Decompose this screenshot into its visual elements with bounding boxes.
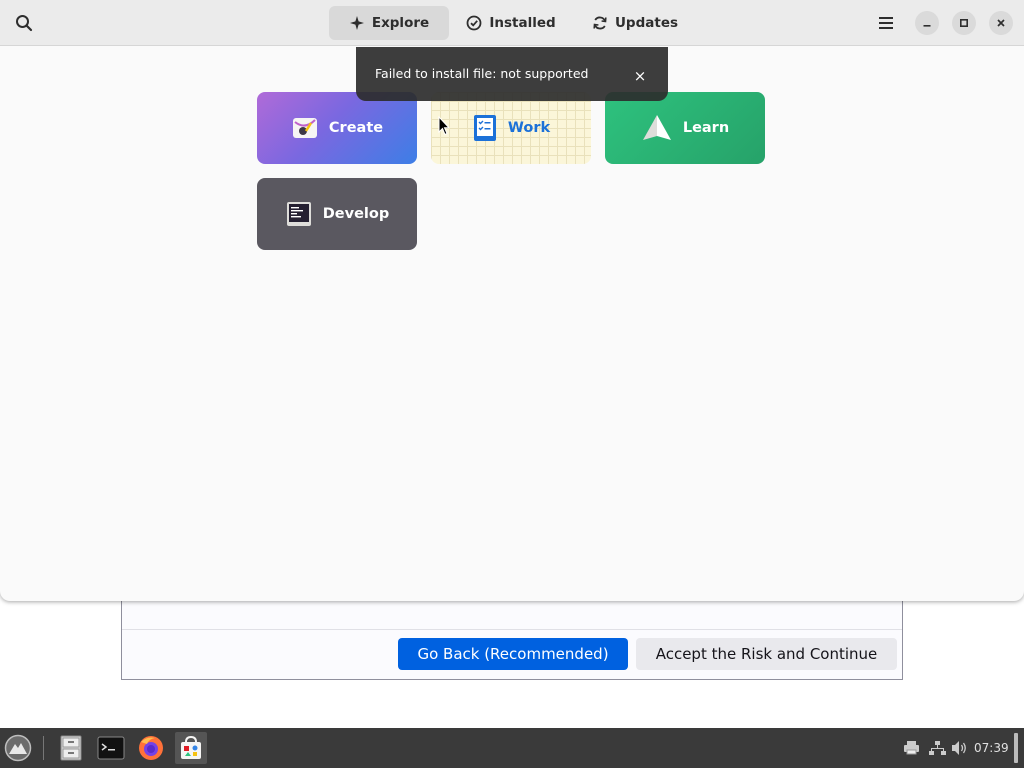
- printer-icon[interactable]: [903, 740, 920, 755]
- category-work-label: Work: [507, 120, 551, 136]
- taskbar-firefox[interactable]: [135, 732, 167, 764]
- paper-plane-icon: [642, 115, 671, 140]
- taskbar-file-manager[interactable]: [55, 732, 87, 764]
- dialog-separator: [122, 629, 902, 630]
- mouse-pointer-icon: [438, 116, 450, 136]
- category-develop-label: Develop: [322, 206, 390, 222]
- minimize-button[interactable]: [915, 11, 939, 35]
- tab-installed-label: Installed: [489, 15, 556, 31]
- show-desktop-button[interactable]: [1014, 733, 1018, 763]
- search-button[interactable]: [8, 7, 40, 39]
- check-circle-icon: [466, 15, 482, 31]
- firefox-icon: [139, 736, 163, 760]
- palette-icon: [292, 118, 317, 138]
- minimize-icon: [923, 25, 931, 27]
- tab-explore[interactable]: Explore: [329, 6, 449, 40]
- file-cabinet-icon: [60, 735, 82, 761]
- clock[interactable]: 07:39: [974, 741, 1009, 755]
- checklist-icon: [473, 115, 496, 141]
- close-window-button[interactable]: [989, 11, 1013, 35]
- taskbar: 07:39: [0, 728, 1024, 768]
- category-create[interactable]: Create: [257, 92, 417, 164]
- taskbar-separator: [43, 736, 44, 760]
- toast-message: Failed to install file: not supported: [375, 66, 589, 81]
- shopping-bag-icon: [181, 735, 201, 759]
- hamburger-menu-icon: [879, 17, 893, 29]
- close-icon: [997, 19, 1005, 27]
- category-learn-label: Learn: [682, 120, 730, 136]
- category-create-label: Create: [328, 120, 384, 136]
- refresh-icon: [593, 16, 607, 30]
- sparkle-icon: [349, 16, 364, 30]
- software-window: Explore Installed Updates Create Work Le…: [0, 0, 1024, 601]
- explore-page: Create Work Learn Develop: [0, 47, 1024, 601]
- search-icon: [16, 15, 33, 32]
- maximize-button[interactable]: [952, 11, 976, 35]
- category-work[interactable]: Work: [431, 92, 591, 164]
- main-menu-button[interactable]: [870, 7, 902, 39]
- network-icon[interactable]: [929, 740, 946, 756]
- volume-icon[interactable]: [951, 740, 968, 756]
- headerbar: Explore Installed Updates: [0, 0, 1024, 46]
- tab-explore-label: Explore: [371, 15, 430, 31]
- tab-updates-label: Updates: [614, 15, 679, 31]
- start-menu-icon: [4, 734, 32, 762]
- maximize-icon: [959, 18, 969, 28]
- close-icon: ×: [633, 67, 647, 85]
- code-terminal-icon: [286, 202, 311, 226]
- category-learn[interactable]: Learn: [605, 92, 765, 164]
- accept-risk-button[interactable]: Accept the Risk and Continue: [636, 638, 897, 670]
- go-back-button[interactable]: Go Back (Recommended): [398, 638, 628, 670]
- tab-updates[interactable]: Updates: [585, 6, 685, 40]
- taskbar-terminal[interactable]: [95, 732, 127, 764]
- error-toast: Failed to install file: not supported ×: [356, 47, 668, 101]
- toast-close-button[interactable]: ×: [628, 64, 652, 88]
- start-menu-button[interactable]: [2, 732, 34, 764]
- taskbar-software-center[interactable]: [175, 732, 207, 764]
- terminal-icon: [97, 736, 125, 760]
- tab-installed[interactable]: Installed: [460, 6, 562, 40]
- category-develop[interactable]: Develop: [257, 178, 417, 250]
- browser-warning-dialog: Go Back (Recommended) Accept the Risk an…: [121, 590, 903, 680]
